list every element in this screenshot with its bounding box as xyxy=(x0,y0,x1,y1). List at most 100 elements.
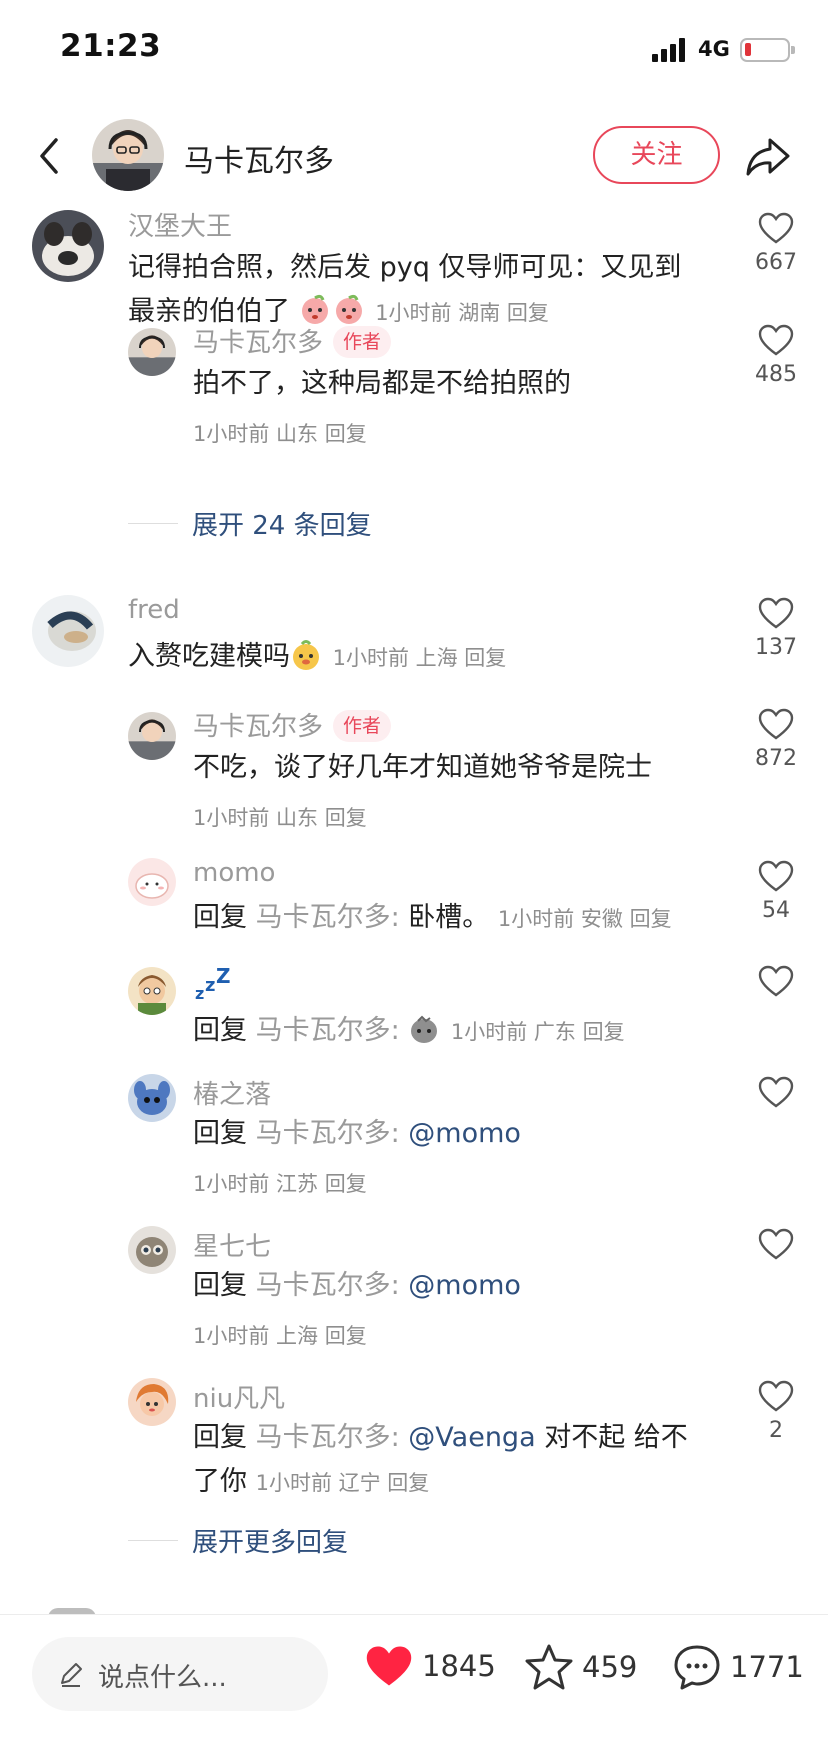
reply-text[interactable]: 回复 马卡瓦尔多: 卧槽。 1小时前 安徽 回复 xyxy=(193,896,672,941)
reply-text[interactable]: 拍不了，这种局都是不给拍照的 xyxy=(193,362,571,406)
comment-body: 记得拍合照，然后发 pyq 仅导师可见：又见到 xyxy=(128,252,682,283)
replier-name[interactable]: 马卡瓦尔多 作者 xyxy=(193,322,392,359)
reply-prefix: 回复 xyxy=(193,1270,247,1301)
like-count: 2 xyxy=(769,1418,783,1443)
like-button[interactable]: 485 xyxy=(755,324,797,387)
reply-text[interactable]: 回复 马卡瓦尔多: @momo xyxy=(193,1112,521,1156)
commenter-name[interactable]: fred xyxy=(128,595,180,625)
like-button[interactable]: 667 xyxy=(755,212,797,275)
heart-outline-icon xyxy=(758,965,794,997)
like-button[interactable]: 872 xyxy=(755,708,797,771)
replier-avatar[interactable] xyxy=(128,1074,176,1122)
reply-meta[interactable]: 1小时前 上海 回复 xyxy=(193,1320,367,1350)
author-badge: 作者 xyxy=(333,326,392,358)
replier-name[interactable]: 星七七 xyxy=(193,1226,271,1263)
replier-name[interactable]: niu凡凡 xyxy=(193,1378,285,1415)
mention-link[interactable]: @momo xyxy=(400,1118,521,1149)
heart-filled-icon xyxy=(366,1646,412,1686)
comment-input[interactable]: 说点什么... xyxy=(32,1637,328,1711)
collect-total: 459 xyxy=(582,1650,638,1684)
reply-target[interactable]: 马卡瓦尔多: xyxy=(256,1015,400,1046)
like-button[interactable] xyxy=(755,1076,797,1108)
comment-text[interactable]: 入赘吃建模吗 1小时前 上海 回复 xyxy=(128,635,506,680)
like-button[interactable]: 2 xyxy=(755,1380,797,1443)
divider xyxy=(128,522,178,525)
svg-text:Z: Z xyxy=(216,965,231,988)
reply-prefix: 回复 xyxy=(193,1118,247,1149)
replier-name[interactable]: 马卡瓦尔多 作者 xyxy=(193,706,392,743)
share-icon[interactable] xyxy=(744,134,792,178)
reply-meta[interactable]: 1小时前 江苏 回复 xyxy=(193,1168,367,1198)
like-count: 137 xyxy=(755,635,797,660)
like-button[interactable] xyxy=(755,1228,797,1260)
replier-avatar[interactable] xyxy=(128,967,176,1015)
reply-meta[interactable]: 1小时前 山东 回复 xyxy=(193,802,367,832)
replier-avatar[interactable] xyxy=(128,328,176,376)
svg-text:z: z xyxy=(195,984,204,1003)
reply-body: 卧槽。 xyxy=(399,902,490,933)
replier-avatar[interactable] xyxy=(128,1378,176,1426)
stone-face-emoji-icon xyxy=(411,1015,438,1043)
replier-name-text: 马卡瓦尔多 xyxy=(193,328,324,358)
comment-stat-button[interactable]: 1771 xyxy=(672,1643,804,1691)
reply-meta[interactable]: 1小时前 安徽 回复 xyxy=(498,907,672,931)
heart-outline-icon xyxy=(758,212,794,244)
author-name[interactable]: 马卡瓦尔多 xyxy=(184,136,334,180)
heart-outline-icon xyxy=(758,708,794,740)
like-button[interactable] xyxy=(755,965,797,997)
status-bar: 21:23 4G xyxy=(0,0,828,100)
chick-emoji-icon xyxy=(293,640,319,670)
comment-meta[interactable]: 1小时前 湖南 回复 xyxy=(375,301,549,325)
commenter-name[interactable]: 汉堡大王 xyxy=(128,206,232,243)
commenter-avatar[interactable] xyxy=(32,595,104,667)
mention-link[interactable]: @Vaenga xyxy=(400,1422,535,1453)
svg-text:z: z xyxy=(205,975,215,996)
reply-text[interactable]: 回复 马卡瓦尔多: @Vaenga 对不起 给不 了你 1小时前 辽宁 回复 xyxy=(193,1416,713,1505)
heart-outline-icon xyxy=(758,860,794,892)
reply-body-line2: 了你 xyxy=(193,1466,247,1497)
comment-input-placeholder: 说点什么... xyxy=(98,1663,227,1693)
collect-stat-button[interactable]: 459 xyxy=(524,1643,637,1691)
expand-replies-link[interactable]: 展开 24 条回复 xyxy=(128,505,372,542)
reply-target[interactable]: 马卡瓦尔多: xyxy=(256,1270,400,1301)
pen-icon xyxy=(61,1663,82,1687)
bottom-action-bar: 说点什么... 1845 459 1771 xyxy=(0,1615,828,1752)
like-button[interactable]: 137 xyxy=(755,597,797,660)
reply-text[interactable]: 回复 马卡瓦尔多: @momo xyxy=(193,1264,521,1308)
follow-button[interactable]: 关注 xyxy=(593,126,720,184)
replier-name[interactable]: 椿之落 xyxy=(193,1074,271,1111)
reply-text[interactable]: 回复 马卡瓦尔多: 1小时前 广东 回复 xyxy=(193,1009,625,1054)
heart-outline-icon xyxy=(758,1228,794,1260)
heart-outline-icon xyxy=(758,324,794,356)
reply-text[interactable]: 不吃，谈了好几年才知道她爷爷是院士 xyxy=(193,746,652,790)
back-arrow-icon[interactable] xyxy=(30,132,74,180)
like-button[interactable]: 54 xyxy=(755,860,797,923)
divider xyxy=(128,1539,178,1542)
replier-avatar[interactable] xyxy=(128,1226,176,1274)
reply-meta[interactable]: 1小时前 山东 回复 xyxy=(193,418,367,448)
battery-icon xyxy=(740,38,795,62)
reply-prefix: 回复 xyxy=(193,902,247,933)
reply-meta[interactable]: 1小时前 辽宁 回复 xyxy=(256,1471,430,1495)
replier-avatar[interactable] xyxy=(128,712,176,760)
reply-target[interactable]: 马卡瓦尔多: xyxy=(256,1422,400,1453)
expand-more-replies-link[interactable]: 展开更多回复 xyxy=(128,1522,348,1559)
signal-icon xyxy=(652,38,690,62)
comment-meta[interactable]: 1小时前 上海 回复 xyxy=(333,646,507,670)
reply-target[interactable]: 马卡瓦尔多: xyxy=(256,1118,400,1149)
commenter-avatar[interactable] xyxy=(32,210,104,282)
comment-body: 入赘吃建模吗 xyxy=(128,641,290,672)
like-count: 54 xyxy=(762,898,790,923)
expand-label: 展开 24 条回复 xyxy=(192,511,372,541)
reply-meta[interactable]: 1小时前 广东 回复 xyxy=(451,1020,625,1044)
replier-name[interactable]: momo xyxy=(193,858,275,888)
reply-target[interactable]: 马卡瓦尔多: xyxy=(256,902,400,933)
like-stat-button[interactable]: 1845 xyxy=(364,1643,496,1689)
author-avatar[interactable] xyxy=(92,119,164,191)
replier-avatar[interactable] xyxy=(128,858,176,906)
chat-bubble-icon xyxy=(674,1645,720,1690)
replier-name-text: 马卡瓦尔多 xyxy=(193,712,324,742)
comment-list: 汉堡大王 记得拍合照，然后发 pyq 仅导师可见：又见到 最亲的伯伯了 1小时前… xyxy=(0,200,828,1615)
sleeping-zzz-icon[interactable]: z z Z xyxy=(193,965,233,1005)
mention-link[interactable]: @momo xyxy=(400,1270,521,1301)
